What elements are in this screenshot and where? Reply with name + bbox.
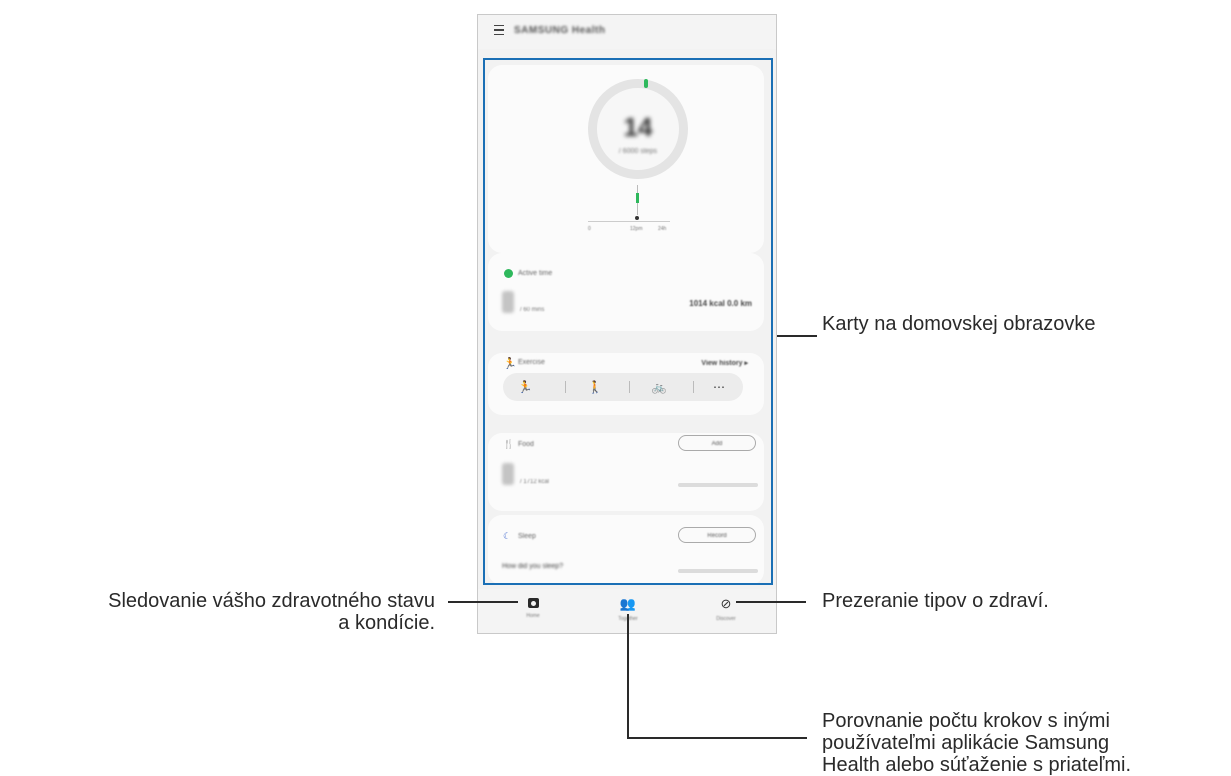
sleep-card[interactable]: ☾ Sleep Record How did you sleep? <box>488 515 764 585</box>
exercise-shortcuts: 🏃 🚶 🚲 ⋯ <box>503 373 743 401</box>
app-title: SAMSUNG Health <box>514 25 606 36</box>
active-time-card[interactable]: Active time / 60 mins 1014 kcal 0.0 km <box>488 253 764 331</box>
phone-screen: SAMSUNG Health 14 / 6000 steps 0 12pm 24… <box>477 14 777 634</box>
food-label: Food <box>518 441 534 448</box>
steps-goal: / 6000 steps <box>618 148 658 155</box>
people-icon: 👥 <box>619 596 637 611</box>
callout-together-line3: Health alebo súťaženie s priateľmi. <box>822 754 1132 776</box>
steps-chart-bar <box>636 193 639 203</box>
food-progress-bar <box>678 483 758 487</box>
active-calories-distance: 1014 kcal 0.0 km <box>689 299 752 308</box>
more-icon[interactable]: ⋯ <box>709 380 729 394</box>
callout-home-line1: Sledovanie vášho zdravotného stavu <box>108 590 435 612</box>
callout-together-line1: Porovnanie počtu krokov s inými <box>822 710 1110 732</box>
steps-card[interactable]: 14 / 6000 steps 0 12pm 24h <box>488 65 764 253</box>
steps-tick-start: 0 <box>588 226 591 232</box>
callout-line-cards <box>777 335 817 337</box>
steps-chart-baseline <box>588 221 670 222</box>
steps-progress-ring: 14 / 6000 steps <box>588 79 688 179</box>
callout-line-home <box>448 601 518 603</box>
nav-home-label: Home <box>526 613 540 619</box>
home-icon <box>527 598 539 608</box>
active-time-label: Active time <box>518 270 553 277</box>
compass-icon: ⊘ <box>720 596 732 611</box>
callout-together-line2: používateľmi aplikácie Samsung <box>822 732 1110 754</box>
moon-icon: ☾ <box>503 531 512 541</box>
fork-knife-icon: 🍴 <box>503 439 515 449</box>
food-unit: / 1712 kcal <box>520 479 550 485</box>
view-history-link[interactable]: View history ▸ <box>701 359 748 367</box>
sleep-question: How did you sleep? <box>502 563 564 570</box>
cycling-icon[interactable]: 🚲 <box>649 380 669 394</box>
divider <box>565 381 566 393</box>
food-value <box>502 463 514 485</box>
steps-count: 14 <box>623 112 653 142</box>
nav-discover-label: Discover <box>716 616 736 622</box>
divider <box>693 381 694 393</box>
steps-progress-marker <box>644 79 648 88</box>
nav-home[interactable]: Home <box>513 597 553 619</box>
app-header: SAMSUNG Health <box>478 15 776 49</box>
steps-tick-end: 24h <box>658 226 667 232</box>
callout-together: Porovnanie počtu krokov s inými používat… <box>822 710 1131 776</box>
callout-home-line2: a kondície. <box>338 612 435 634</box>
callout-home: Sledovanie vášho zdravotného stavu a kon… <box>108 590 435 634</box>
steps-tick-mid: 12pm <box>630 226 643 232</box>
clock-icon <box>504 269 513 278</box>
running-icon[interactable]: 🏃 <box>515 380 535 394</box>
exercise-label: Exercise <box>518 359 545 366</box>
active-time-unit: / 60 mins <box>520 307 545 313</box>
food-card[interactable]: 🍴 Food Add / 1712 kcal <box>488 433 764 511</box>
sleep-progress-bar <box>678 569 758 573</box>
steps-chart-dot <box>635 216 639 220</box>
walking-icon[interactable]: 🚶 <box>585 380 605 394</box>
sleep-label: Sleep <box>518 533 536 540</box>
add-food-button[interactable]: Add <box>678 435 756 451</box>
active-time-value <box>502 291 514 313</box>
record-sleep-button[interactable]: Record <box>678 527 756 543</box>
callout-discover: Prezeranie tipov o zdraví. <box>822 590 1049 612</box>
divider <box>629 381 630 393</box>
callout-line-discover <box>736 601 806 603</box>
callout-line-together-horizontal <box>627 737 807 739</box>
exercise-icon: 🏃 <box>503 358 517 370</box>
callout-cards: Karty na domovskej obrazovke <box>822 313 1096 335</box>
callout-line-together-vertical <box>627 614 629 738</box>
menu-icon[interactable] <box>494 25 504 38</box>
